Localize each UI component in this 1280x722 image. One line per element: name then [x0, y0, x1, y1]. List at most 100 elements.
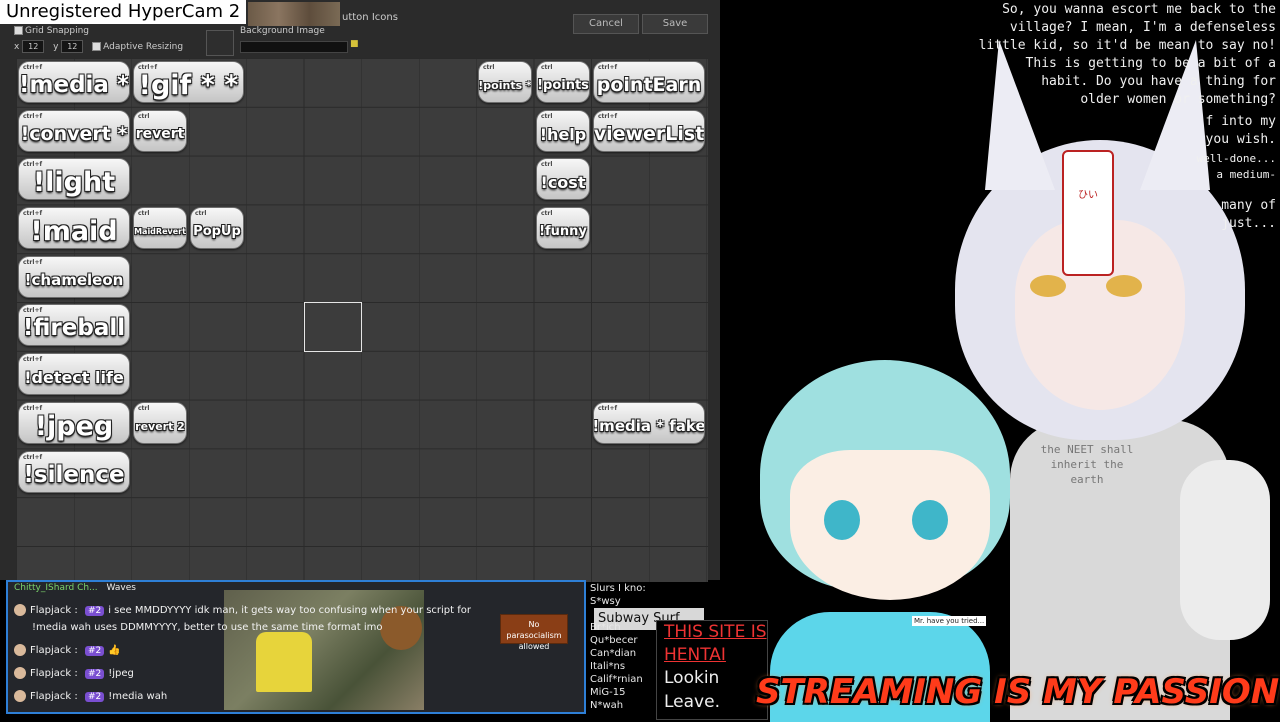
fox-tail [1180, 460, 1270, 640]
maid-label: !maid [30, 215, 118, 247]
grid-snapping-checkbox[interactable] [14, 26, 23, 35]
story-line: a medium- [1216, 168, 1276, 181]
help-label: !help [539, 124, 587, 144]
chat-text: i see MMDDYYYY idk man, it gets way too … [108, 605, 471, 616]
funny-button[interactable]: ctrl !funny [536, 207, 590, 249]
maidrevert-button[interactable]: ctrl MaidRevert [133, 207, 187, 249]
background-image-input[interactable] [240, 41, 348, 53]
adaptive-resizing-checkbox[interactable] [92, 42, 102, 51]
grid-options: Grid Snapping x 12 y 12 Adaptive Resizin… [14, 26, 183, 53]
no-parasocialism-sign: No parasocialism allowed [500, 614, 568, 651]
slur-item: S*wsy [590, 596, 621, 607]
chat-text: !media wah uses DDMMYYYY, better to use … [32, 622, 383, 633]
maidrevert-label: MaidRevert [134, 226, 186, 236]
ad-line: Lookin [664, 668, 720, 688]
chat-message: Flapjack : #2 !jpeg [14, 667, 134, 679]
media-fake-label: !media * fake [593, 417, 705, 435]
shirt-text: the NEET shall inherit the earth [1040, 443, 1134, 486]
background-image-label: Background Image [240, 26, 325, 36]
fireball-button[interactable]: ctrl+f !fireball [18, 304, 130, 346]
silence-button[interactable]: ctrl+f !silence [18, 451, 130, 493]
grid-x-input[interactable]: 12 [22, 40, 45, 53]
revert-label: revert [135, 126, 185, 142]
fox-eye-left [1030, 275, 1066, 297]
silence-label: !silence [23, 462, 125, 488]
chat-message: Flapjack : #2 !media wah [14, 690, 167, 702]
points-star-label: !points * [478, 78, 532, 92]
popup-button[interactable]: ctrl PopUp [190, 207, 244, 249]
light-button[interactable]: ctrl+f !light [18, 158, 130, 200]
grid-y-input[interactable]: 12 [61, 40, 84, 53]
slur-item: Br*ich [590, 622, 621, 633]
media-button[interactable]: ctrl+f !media * [18, 61, 130, 103]
save-button[interactable]: Save [642, 14, 708, 34]
boy-eye-right [912, 500, 948, 540]
funny-label: !funny [539, 223, 587, 239]
media-fake-button[interactable]: ctrl+f !media * fake [593, 402, 705, 444]
cost-label: !cost [540, 172, 586, 192]
light-label: !light [32, 166, 116, 198]
thumbnail-strip [248, 2, 340, 26]
cancel-button[interactable]: Cancel [573, 14, 639, 34]
story-line: f into my [1205, 114, 1276, 129]
user-avatar [14, 604, 26, 616]
boy-eye-left [824, 500, 860, 540]
revert2-button[interactable]: ctrl revert 2 [133, 402, 187, 444]
background-color-swatch[interactable] [206, 30, 234, 56]
y-label: y [53, 42, 59, 52]
detect-life-button[interactable]: ctrl+f !detect life [18, 353, 130, 395]
adaptive-resizing-label: Adaptive Resizing [103, 42, 184, 52]
chat-message-continued: !media wah uses DDMMYYYY, better to use … [32, 622, 383, 633]
viewerlist-button[interactable]: ctrl+f viewerList [593, 110, 705, 152]
popup-label: PopUp [193, 223, 241, 239]
chameleon-label: !chameleon [24, 271, 124, 289]
user-avatar [14, 690, 26, 702]
chat-top-user: Chitty_IShard Ch... [14, 583, 98, 593]
fireball-label: !fireball [22, 315, 126, 341]
story-line: older women or something? [1080, 92, 1276, 107]
chat-message: Flapjack : #2 👍 [14, 644, 121, 656]
chat-text: !jpeg [108, 668, 134, 679]
chat-text: !media wah [108, 691, 168, 702]
story-line: just... [1221, 216, 1276, 231]
pointearn-button[interactable]: ctrl+f pointEarn [593, 61, 705, 103]
ad-line: Leave. [664, 692, 720, 712]
story-line: This is getting to be a bit of a [1025, 56, 1276, 71]
story-line: well-done... [1196, 152, 1276, 165]
chameleon-button[interactable]: ctrl+f !chameleon [18, 256, 130, 298]
gif-button[interactable]: ctrl+f !gif * * [133, 61, 244, 103]
cost-button[interactable]: ctrl !cost [536, 158, 590, 200]
chat-user: Flapjack [30, 691, 72, 702]
maid-button[interactable]: ctrl+f !maid [18, 207, 130, 249]
viewerlist-label: viewerList [593, 123, 705, 145]
story-line: little kid, so it'd be mean to say no! [978, 38, 1276, 53]
revert-button[interactable]: ctrl revert [133, 110, 187, 152]
points-button[interactable]: ctrl !points [536, 61, 590, 103]
chat-top-text: Waves [106, 583, 136, 593]
thumbs-up-emoji: 👍 [108, 645, 121, 656]
pointearn-label: pointEarn [596, 74, 702, 96]
points-star-button[interactable]: ctrl !points * [478, 61, 532, 103]
help-button[interactable]: ctrl !help [536, 110, 590, 152]
sub-badge: #2 [84, 606, 105, 616]
story-line: village? I mean, I'm a defenseless [1009, 20, 1276, 35]
chat-user: Flapjack [30, 668, 72, 679]
slur-item: MiG-15 [590, 687, 626, 698]
small-caption: Mr. have you tried... [912, 616, 987, 626]
jpeg-label: !jpeg [34, 410, 114, 442]
ad-line: HENTAI [664, 645, 726, 665]
sub-badge: #2 [84, 669, 105, 679]
stream-banner: STREAMING IS MY PASSION [756, 672, 1280, 712]
jpeg-button[interactable]: ctrl+f !jpeg [18, 402, 130, 444]
media-button-label: !media * [19, 72, 129, 98]
chat-message: Flapjack : #2 i see MMDDYYYY idk man, it … [14, 604, 471, 616]
slur-item: Itali*ns [590, 661, 626, 672]
folder-icon[interactable]: ■ [350, 39, 359, 49]
forehead-tag-text: ひい [1078, 190, 1098, 201]
convert-button[interactable]: ctrl+f !convert * [18, 110, 130, 152]
chat-top-message: Chitty_IShard Ch... Waves [14, 583, 136, 593]
slur-item: N*wah [590, 700, 624, 711]
ad-line: THIS SITE IS [664, 622, 767, 642]
points-label: !points [537, 77, 589, 93]
fox-eye-right [1106, 275, 1142, 297]
